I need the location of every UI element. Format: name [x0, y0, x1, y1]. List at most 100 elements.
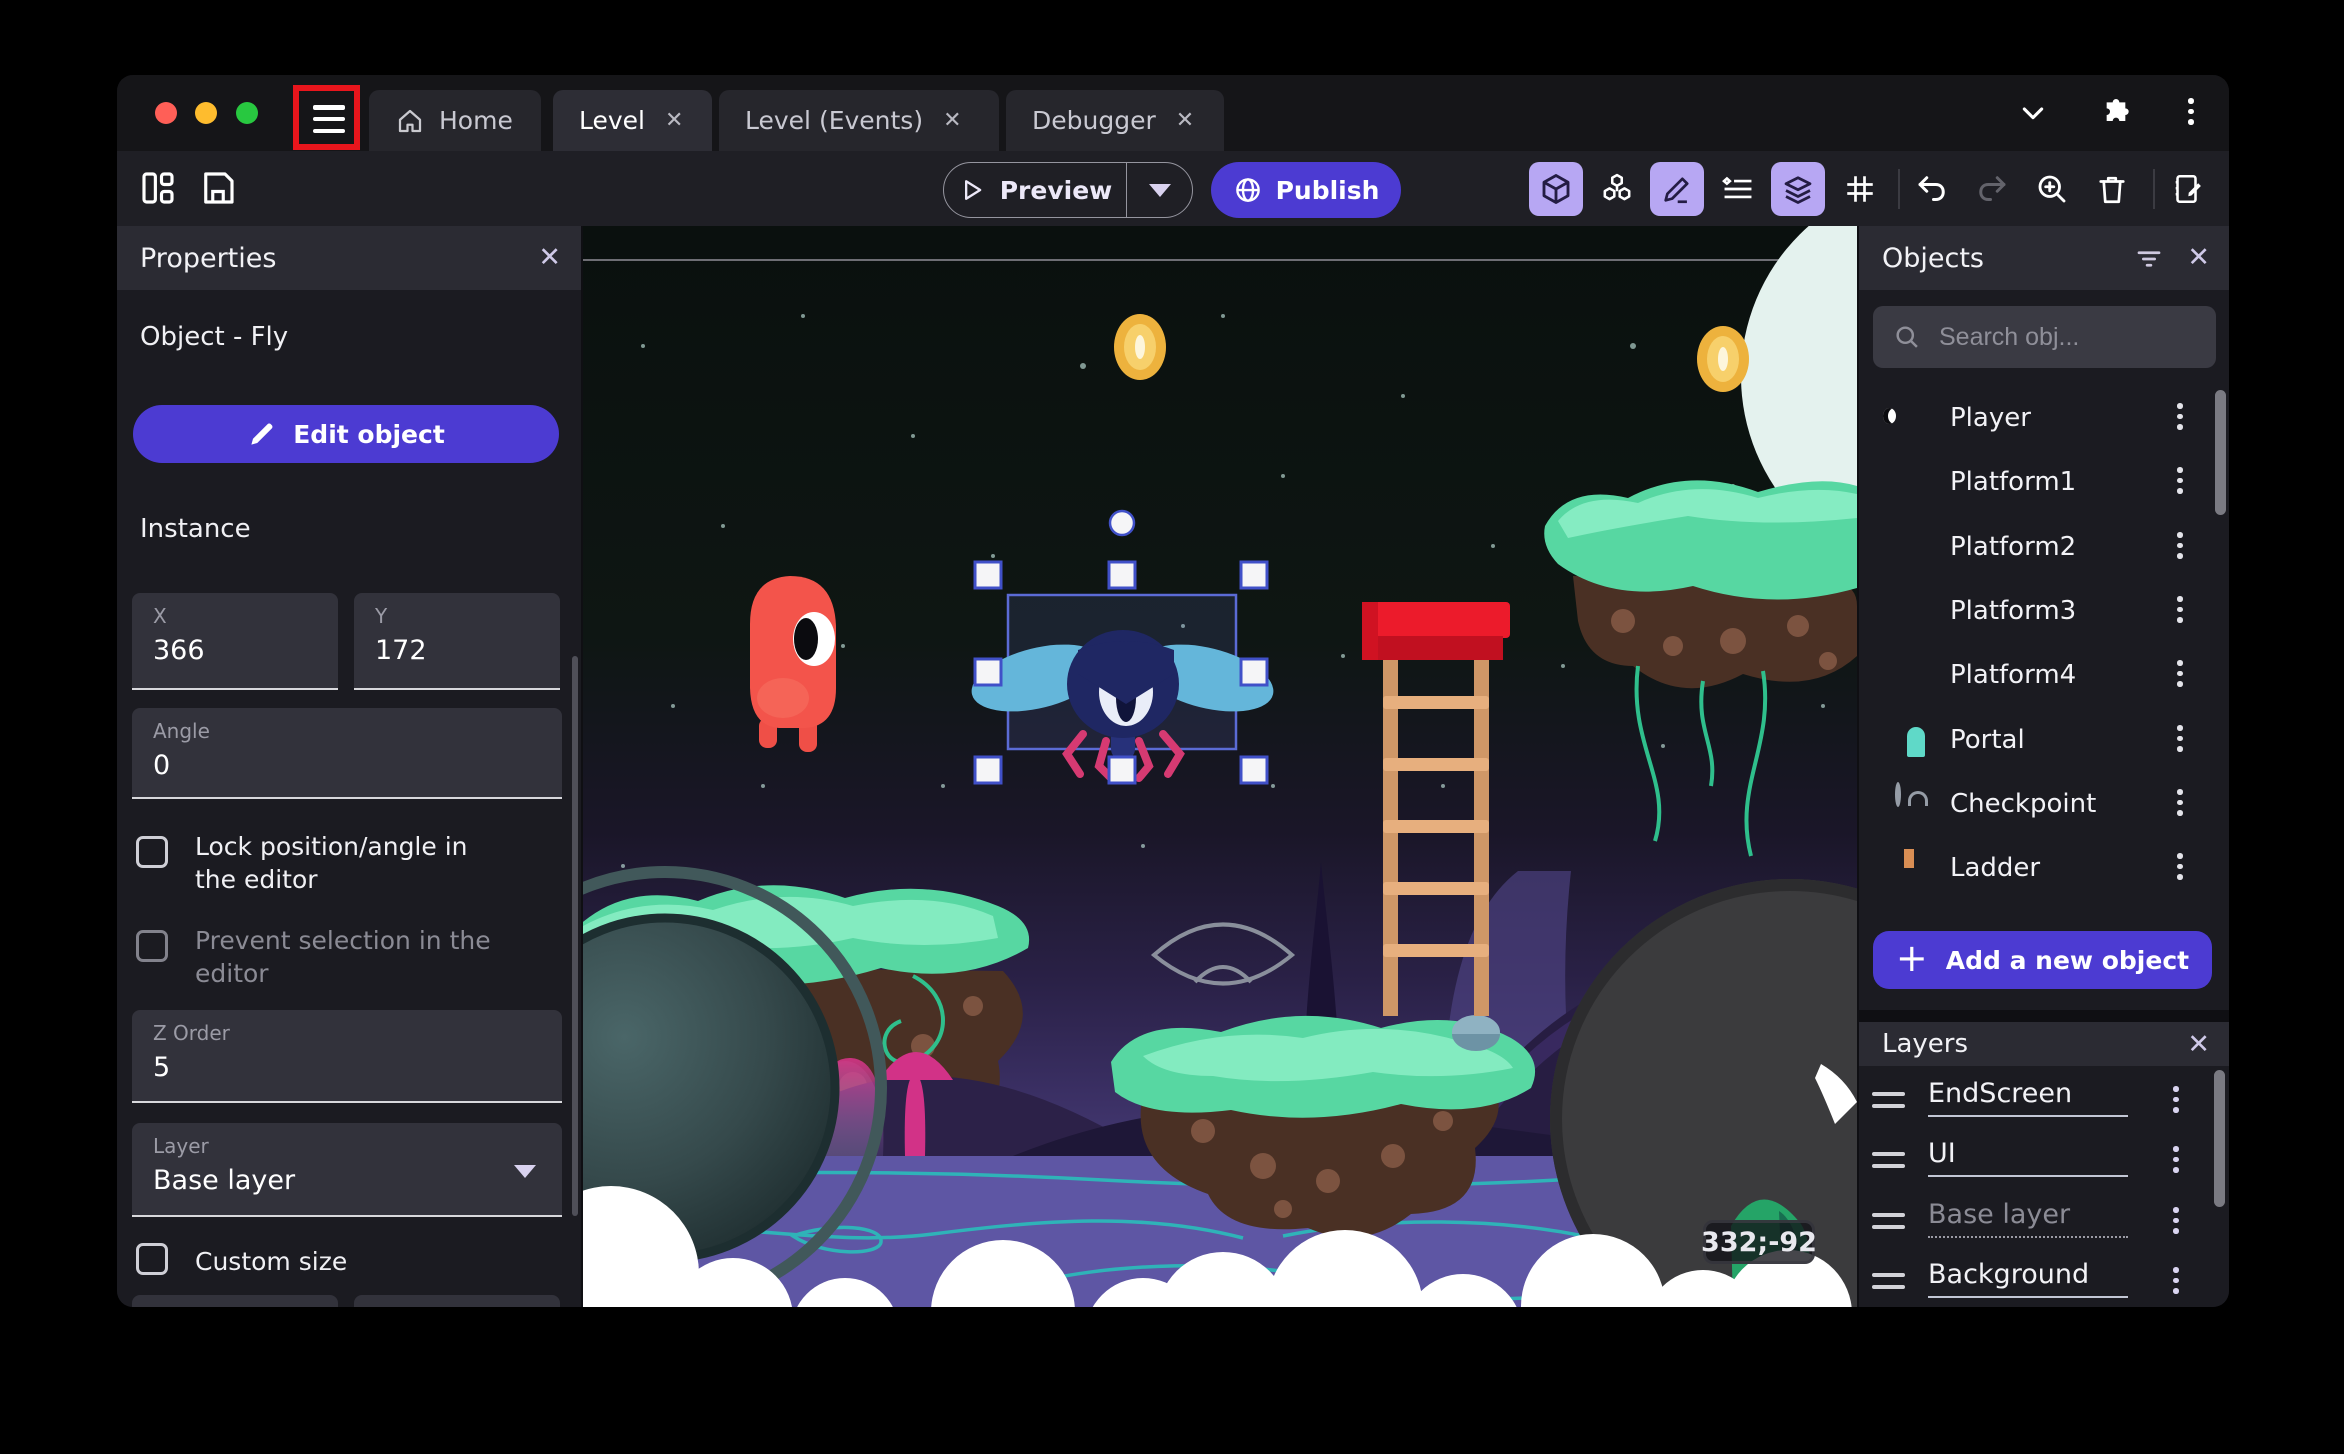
layers-panel-toggle[interactable] — [1771, 162, 1825, 216]
layer-name[interactable]: UI — [1928, 1138, 2128, 1177]
checkbox-unchecked-disabled[interactable] — [136, 930, 168, 962]
object-menu-kebab-icon[interactable] — [2177, 660, 2183, 687]
object-menu-kebab-icon[interactable] — [2177, 403, 2183, 430]
drag-handle-icon[interactable] — [1872, 1092, 1905, 1108]
layers-title: Layers — [1882, 1029, 1969, 1059]
object-search-box[interactable] — [1873, 306, 2216, 368]
redo-button[interactable] — [1965, 162, 2019, 216]
object-row-platform1[interactable]: Platform1 — [1859, 454, 2229, 512]
lock-position-checkbox-row[interactable]: Lock position/angle in the editor — [136, 830, 505, 896]
height-field-partial[interactable] — [354, 1295, 560, 1307]
window-menu-kebab-icon[interactable] — [2188, 98, 2194, 125]
objects-scrollbar[interactable] — [2215, 390, 2226, 515]
publish-button[interactable]: Publish — [1211, 162, 1401, 218]
object-row-platform4[interactable]: Platform4 — [1859, 647, 2229, 705]
scene-editor-canvas[interactable]: 332;-92 — [583, 226, 1857, 1307]
tab-level-events[interactable]: Level (Events) ✕ — [719, 90, 999, 151]
object-menu-kebab-icon[interactable] — [2177, 532, 2183, 559]
instances-panel-toggle[interactable] — [1590, 162, 1644, 216]
object-row-player[interactable]: Player — [1859, 390, 2229, 448]
undo-button[interactable] — [1905, 162, 1959, 216]
save-icon[interactable] — [197, 167, 239, 209]
tab-label: Home — [439, 106, 513, 135]
layer-menu-kebab-icon[interactable] — [2173, 1086, 2179, 1113]
layer-row-ui[interactable]: UI — [1859, 1136, 2229, 1188]
layout-panels-icon[interactable] — [137, 167, 179, 209]
object-row-ladder[interactable]: Ladder — [1859, 840, 2229, 898]
object-row-platform2[interactable]: Platform2 — [1859, 519, 2229, 577]
custom-size-checkbox-row[interactable]: Custom size — [136, 1237, 505, 1278]
checkbox-label: Custom size — [195, 1247, 348, 1276]
selected-object-heading: Object - Fly — [140, 322, 289, 352]
object-row-portal[interactable]: Portal — [1859, 712, 2229, 770]
object-label: Checkpoint — [1950, 789, 2097, 819]
object-row-platform3[interactable]: Platform3 — [1859, 583, 2229, 641]
object-menu-kebab-icon[interactable] — [2177, 596, 2183, 623]
tab-level[interactable]: Level ✕ — [553, 90, 712, 151]
layer-menu-kebab-icon[interactable] — [2173, 1207, 2179, 1234]
close-icon[interactable]: ✕ — [538, 242, 561, 273]
layer-menu-kebab-icon[interactable] — [2173, 1146, 2179, 1173]
tab-debugger[interactable]: Debugger ✕ — [1006, 90, 1224, 151]
angle-field[interactable]: Angle 0 — [132, 708, 562, 799]
rotation-handle[interactable] — [1108, 509, 1136, 537]
properties-scrollbar[interactable] — [572, 656, 578, 1216]
object-menu-kebab-icon[interactable] — [2177, 853, 2183, 880]
drag-handle-icon[interactable] — [1872, 1152, 1905, 1168]
layers-panel: Layers ✕ EndScreen UI Base layer Backgro — [1859, 1022, 2229, 1307]
object-label: Player — [1950, 403, 2031, 433]
tab-home[interactable]: Home — [369, 90, 541, 151]
extensions-puzzle-icon[interactable] — [2100, 97, 2132, 129]
hamburger-menu-icon[interactable] — [313, 105, 345, 133]
width-field-partial[interactable] — [132, 1295, 338, 1307]
close-icon[interactable]: ✕ — [2187, 1029, 2210, 1060]
layer-name[interactable]: Base layer — [1928, 1199, 2128, 1238]
properties-panel: Properties ✕ Object - Fly Edit object In… — [117, 226, 581, 1307]
zoom-in-button[interactable] — [2025, 162, 2079, 216]
minimize-window-button[interactable] — [195, 102, 217, 124]
layer-menu-kebab-icon[interactable] — [2173, 1267, 2179, 1294]
x-position-field[interactable]: X 366 — [132, 593, 338, 690]
grid-toggle[interactable] — [1833, 162, 1887, 216]
layer-name[interactable]: Background — [1928, 1259, 2128, 1298]
z-order-field[interactable]: Z Order 5 — [132, 1010, 562, 1103]
prevent-selection-checkbox-row[interactable]: Prevent selection in the editor — [136, 924, 505, 990]
layer-row-background[interactable]: Background — [1859, 1257, 2229, 1307]
filter-icon[interactable] — [2134, 244, 2164, 274]
instances-list-toggle[interactable] — [1711, 162, 1765, 216]
layer-select[interactable]: Layer Base layer — [132, 1123, 562, 1217]
drag-handle-icon[interactable] — [1872, 1273, 1905, 1289]
close-icon[interactable]: ✕ — [2187, 242, 2210, 273]
preview-button[interactable]: Preview — [944, 163, 1126, 217]
cube-icon — [1542, 174, 1570, 204]
zoom-window-button[interactable] — [236, 102, 258, 124]
field-label: Y — [375, 604, 388, 628]
coin-instance[interactable] — [1114, 314, 1166, 380]
add-object-button[interactable]: + Add a new object — [1873, 931, 2212, 989]
layers-scrollbar[interactable] — [2214, 1070, 2225, 1207]
drag-handle-icon[interactable] — [1872, 1213, 1905, 1229]
y-position-field[interactable]: Y 172 — [354, 593, 560, 690]
checkbox-unchecked[interactable] — [136, 836, 168, 868]
properties-panel-toggle[interactable] — [1650, 162, 1704, 216]
preview-dropdown-button[interactable] — [1126, 163, 1192, 217]
layer-row-base-layer[interactable]: Base layer — [1859, 1197, 2229, 1249]
chevron-down-icon[interactable] — [2017, 97, 2049, 129]
delete-button[interactable] — [2085, 162, 2139, 216]
object-menu-kebab-icon[interactable] — [2177, 725, 2183, 752]
close-window-button[interactable] — [155, 102, 177, 124]
checkbox-unchecked[interactable] — [136, 1243, 168, 1275]
tab-close-icon[interactable]: ✕ — [1176, 108, 1194, 133]
edit-object-button[interactable]: Edit object — [133, 405, 559, 463]
search-input[interactable] — [1939, 322, 2169, 352]
tab-close-icon[interactable]: ✕ — [665, 108, 683, 133]
object-menu-kebab-icon[interactable] — [2177, 789, 2183, 816]
layer-row-endscreen[interactable]: EndScreen — [1859, 1076, 2229, 1128]
objects-panel-toggle[interactable] — [1529, 162, 1583, 216]
scene-properties-button[interactable] — [2161, 162, 2215, 216]
object-row-checkpoint[interactable]: Checkpoint — [1859, 776, 2229, 834]
object-menu-kebab-icon[interactable] — [2177, 467, 2183, 494]
coin-instance[interactable] — [1697, 326, 1749, 392]
layer-name[interactable]: EndScreen — [1928, 1078, 2128, 1117]
tab-close-icon[interactable]: ✕ — [943, 108, 961, 133]
